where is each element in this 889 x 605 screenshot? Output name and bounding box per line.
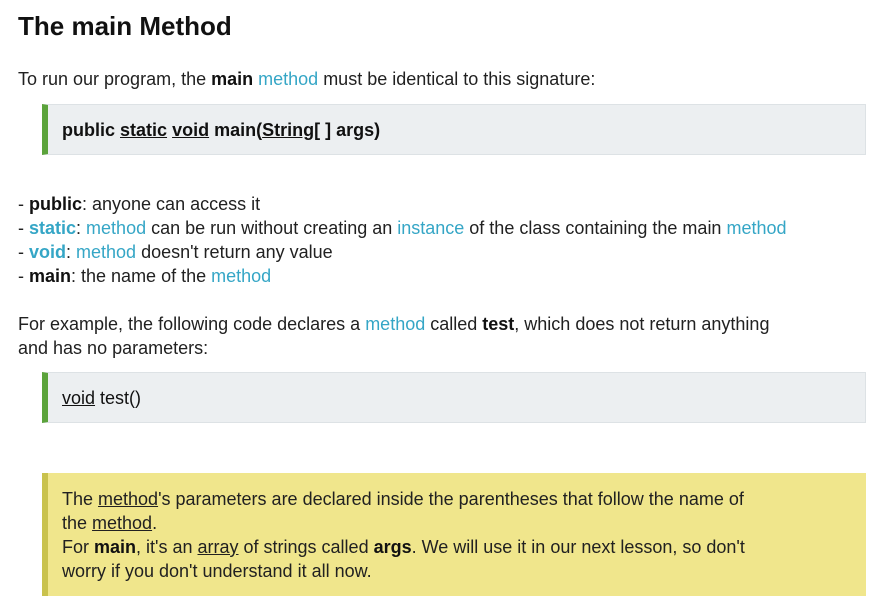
string-type[interactable]: String <box>262 120 314 140</box>
bullet-dash: - <box>18 194 29 214</box>
bullet-text: : anyone can access it <box>82 194 261 214</box>
note-line-4: worry if you don't understand it all now… <box>62 561 372 581</box>
example-text: For example, the following code declares… <box>18 314 366 334</box>
intro-paragraph: To run our program, the main method must… <box>18 67 595 91</box>
note-line-3: For main, it's an array of strings calle… <box>62 535 745 559</box>
signature-code-block: public static void main(String[ ] args) <box>42 104 866 155</box>
array-link[interactable]: array <box>198 537 239 557</box>
bullet-sep: : <box>76 218 87 238</box>
example-code: void test() <box>62 386 141 410</box>
bullet-static: - static: method can be run without crea… <box>18 216 787 240</box>
test-keyword: test <box>482 314 515 334</box>
main-call: main( <box>214 119 263 140</box>
note-text: the <box>62 513 93 533</box>
bullet-text: can be run without creating an <box>146 218 398 238</box>
method-link[interactable]: method <box>86 218 146 238</box>
example-text: , which does not return anything <box>514 314 770 334</box>
args-keyword: args <box>373 537 412 557</box>
instance-link[interactable]: instance <box>397 218 464 238</box>
bullet-term-public: public <box>29 194 82 214</box>
bullet-void: - void: method doesn't return any value <box>18 240 333 264</box>
bullet-text: of the class containing the main <box>464 218 727 238</box>
main-keyword: main <box>94 537 137 557</box>
note-text: of strings called <box>238 537 374 557</box>
intro-text-after: must be identical to this signature: <box>318 69 596 89</box>
bullet-text: doesn't return any value <box>136 242 333 262</box>
bullet-public: - public: anyone can access it <box>18 192 260 216</box>
note-text: . <box>152 513 158 533</box>
note-line-1: The method's parameters are declared ins… <box>62 487 744 511</box>
method-link[interactable]: method <box>365 314 425 334</box>
bullet-dash: - <box>18 266 29 286</box>
bullet-text: : the name of the <box>71 266 212 286</box>
void-keyword[interactable]: void <box>62 388 95 408</box>
bullet-term-static[interactable]: static <box>29 218 76 238</box>
public-keyword: public <box>62 119 115 140</box>
note-text: , it's an <box>136 537 198 557</box>
note-text: For <box>62 537 95 557</box>
method-link[interactable]: method <box>211 266 271 286</box>
static-keyword[interactable]: static <box>120 120 167 140</box>
bullet-term-main: main <box>29 266 72 286</box>
bullet-dash: - <box>18 242 29 262</box>
note-text: . We will use it in our next lesson, so … <box>411 537 745 557</box>
example-paragraph-line1: For example, the following code declares… <box>18 312 769 336</box>
note-text: 's parameters are declared inside the pa… <box>158 489 744 509</box>
method-link[interactable]: method <box>98 489 158 509</box>
signature-code: public static void main(String[ ] args) <box>62 118 380 142</box>
method-link[interactable]: method <box>92 513 152 533</box>
bullet-sep: : <box>66 242 77 262</box>
note-line-2: the method. <box>62 511 157 535</box>
bullet-dash: - <box>18 218 29 238</box>
page-title: The main Method <box>18 11 232 41</box>
args-text: [ ] args) <box>314 119 381 140</box>
void-keyword[interactable]: void <box>172 120 209 140</box>
example-code-block: void test() <box>42 372 866 423</box>
example-text: called <box>425 314 483 334</box>
note-text: The <box>62 489 99 509</box>
method-link[interactable]: method <box>258 69 318 89</box>
intro-text-before: To run our program, the <box>18 69 212 89</box>
bullet-main: - main: the name of the method <box>18 264 271 288</box>
method-link[interactable]: method <box>76 242 136 262</box>
main-keyword: main <box>211 69 254 89</box>
example-paragraph-line2: and has no parameters: <box>18 338 209 358</box>
test-call: test() <box>95 387 142 408</box>
note-box: The method's parameters are declared ins… <box>42 473 866 596</box>
bullet-term-void[interactable]: void <box>29 242 66 262</box>
method-link[interactable]: method <box>726 218 786 238</box>
